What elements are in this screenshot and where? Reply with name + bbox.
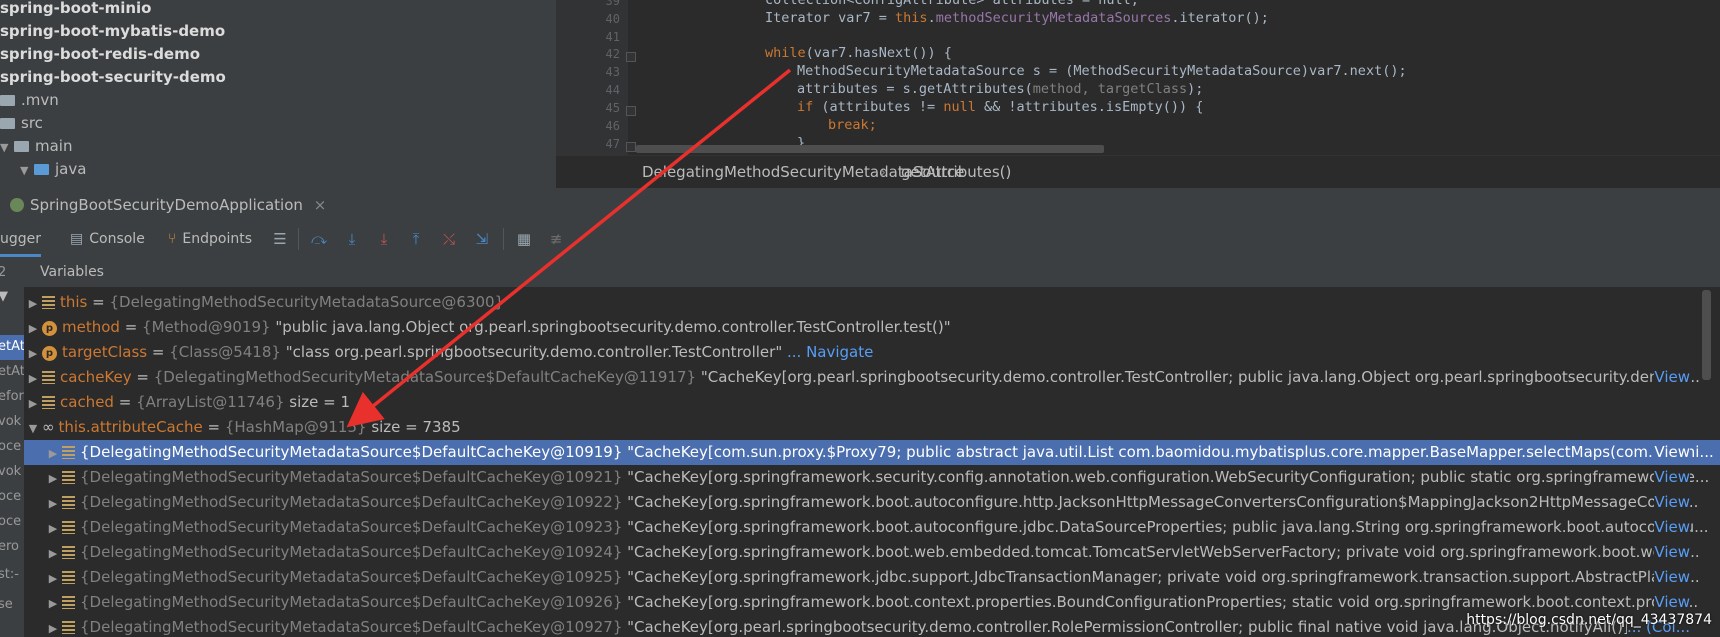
- annotation-arrow: [346, 68, 792, 428]
- red-arrow-line: [346, 68, 792, 428]
- watermark: https://blog.csdn.net/qq_43437874: [1466, 612, 1712, 628]
